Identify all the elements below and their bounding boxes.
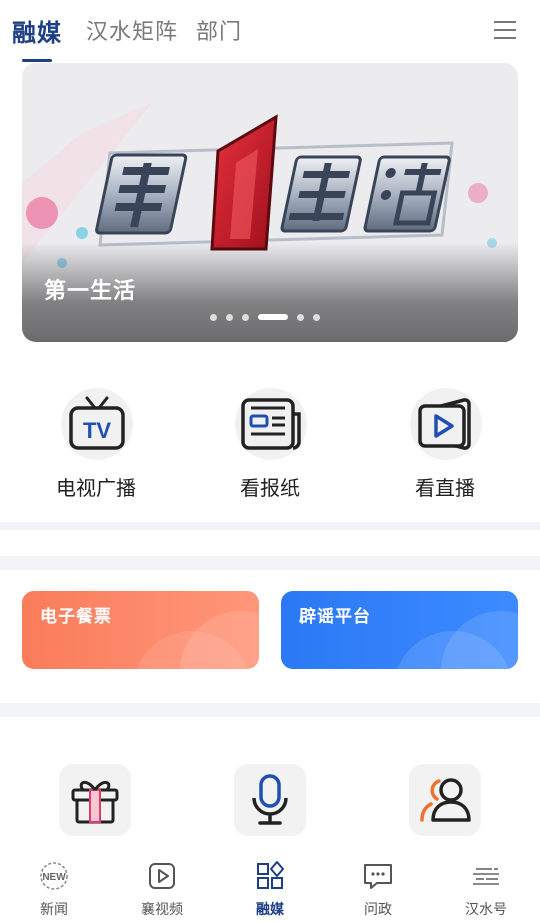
tv-icon-wrap: TV <box>61 388 133 460</box>
nav-wenzheng[interactable]: 问政 <box>324 850 432 922</box>
card-decoration <box>441 611 518 669</box>
tab-hanshui-matrix[interactable]: 汉水矩阵 <box>86 14 178 46</box>
carousel-dot[interactable] <box>313 313 320 321</box>
tv-icon: TV <box>69 396 125 450</box>
nav-video-label: 襄视频 <box>141 902 183 918</box>
users-app[interactable] <box>409 764 481 836</box>
chat-bubble-icon <box>364 864 392 889</box>
users-icon <box>420 778 471 822</box>
nav-rongmei-label: 融媒 <box>256 902 284 918</box>
nav-video[interactable]: 襄视频 <box>108 850 216 922</box>
section-divider <box>0 703 540 717</box>
live-play-icon <box>418 398 471 450</box>
video-play-icon <box>149 863 175 889</box>
grid-diamond-icon <box>257 861 284 889</box>
tv-broadcast-shortcut[interactable]: TV 电视广播 <box>26 388 166 504</box>
live-stream-label: 看直播 <box>415 476 475 500</box>
e-meal-ticket-card[interactable]: 电子餐票 <box>22 591 259 669</box>
hamburger-menu-icon[interactable] <box>494 20 516 40</box>
carousel-indicator <box>210 313 329 321</box>
waves-icon <box>473 868 499 885</box>
banner-carousel[interactable]: 第一生活 <box>22 63 518 342</box>
top-tab-bar: 融媒 汉水矩阵 部门 <box>0 0 540 62</box>
tab-departments[interactable]: 部门 <box>196 14 242 46</box>
microphone-icon <box>252 774 288 825</box>
carousel-dot[interactable] <box>226 313 233 321</box>
svg-text:TV: TV <box>83 418 111 443</box>
nav-rongmei[interactable]: 融媒 <box>216 850 324 922</box>
section-divider <box>0 522 540 530</box>
live-stream-shortcut[interactable]: 看直播 <box>375 388 515 504</box>
new-badge-icon: NEW <box>40 862 68 890</box>
active-tab-indicator <box>22 59 52 62</box>
nav-hanshuihao[interactable]: 汉水号 <box>432 850 540 922</box>
rumor-refutation-card[interactable]: 辟谣平台 <box>281 591 518 669</box>
tab-rongmei[interactable]: 融媒 <box>12 13 62 48</box>
gift-app[interactable] <box>59 764 131 836</box>
live-icon-wrap <box>410 388 482 460</box>
gift-icon <box>71 781 119 824</box>
card-decoration <box>180 611 259 669</box>
tv-broadcast-label: 电视广播 <box>56 476 136 500</box>
e-meal-ticket-label: 电子餐票 <box>40 607 112 627</box>
rumor-refutation-label: 辟谣平台 <box>299 607 371 627</box>
new-badge-text: NEW <box>42 872 66 883</box>
nav-hanshuihao-label: 汉水号 <box>465 902 507 918</box>
bottom-navigation: NEW 新闻 襄视频 融媒 问政 汉水号 <box>0 850 540 922</box>
newspaper-shortcut[interactable]: 看报纸 <box>200 388 340 504</box>
carousel-dot[interactable] <box>242 313 249 321</box>
carousel-dot[interactable] <box>210 313 217 321</box>
carousel-dot[interactable] <box>297 313 304 321</box>
newspaper-label: 看报纸 <box>240 476 300 500</box>
nav-wenzheng-label: 问政 <box>364 902 392 918</box>
newspaper-icon-wrap <box>235 388 307 460</box>
banner-caption: 第一生活 <box>44 278 137 304</box>
microphone-app[interactable] <box>234 764 306 836</box>
carousel-dot-active[interactable] <box>258 314 288 320</box>
nav-news[interactable]: NEW 新闻 <box>0 850 108 922</box>
nav-news-label: 新闻 <box>40 902 68 918</box>
newspaper-icon <box>241 398 301 450</box>
section-divider <box>0 556 540 570</box>
